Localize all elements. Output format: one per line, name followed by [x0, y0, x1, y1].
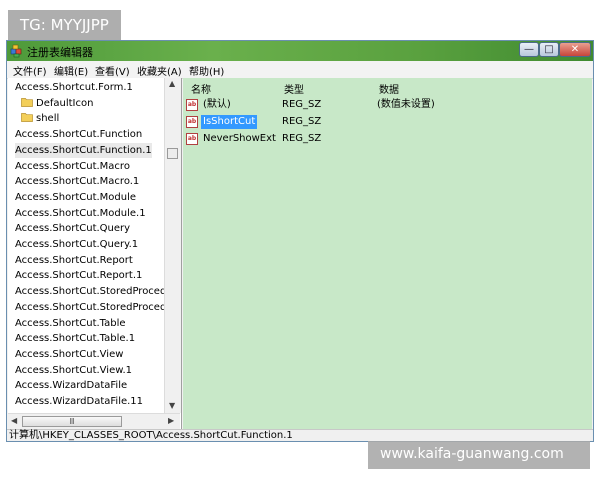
maximize-button[interactable]: □: [539, 42, 559, 57]
tree-horizontal-scroll-thumb[interactable]: Ⅲ: [22, 416, 122, 427]
tree-item-label: Access.ShortCut.Query.1: [15, 239, 139, 250]
tree-item[interactable]: Access.WizardDataFile.11: [15, 394, 143, 409]
tree-item-label: Access.ShortCut.View: [15, 348, 124, 360]
column-header-type[interactable]: 类型: [284, 81, 304, 96]
tree-item[interactable]: Access.ShortCut.StoredProcedure: [15, 284, 182, 299]
tree-item[interactable]: Access.ShortCut.Macro: [15, 159, 130, 174]
tree-item-label: Access.ShortCut.StoredProcedure: [15, 286, 182, 298]
ab-string-icon: ab: [186, 99, 198, 111]
tree-item-label: Access.ShortCut.StoredProcedure: [15, 301, 182, 313]
ab-string-icon: ab: [186, 116, 198, 128]
folder-icon: [21, 113, 33, 123]
value-type: REG_SZ: [282, 99, 322, 110]
status-bar-path: 计算机\HKEY_CLASSES_ROOT\Access.ShortCut.Fu…: [7, 429, 593, 441]
value-name: (默认): [203, 99, 231, 110]
tree-item[interactable]: Access.ShortCut.Query: [15, 221, 130, 236]
tree-item-label: Access.ShortCut.Macro.1: [15, 176, 140, 188]
value-row-selected[interactable]: ab IsShortCut REG_SZ: [185, 115, 585, 130]
tree-item-label: Access.ShortCut.Table.1: [15, 333, 136, 345]
ab-string-icon: ab: [186, 133, 198, 145]
close-button[interactable]: ✕: [559, 42, 591, 57]
tree-item-label: Access.WizardDataFile: [15, 380, 128, 392]
folder-icon: [21, 97, 33, 107]
tree-item-label: Access.ShortCut.Table: [15, 317, 126, 329]
tree-item-label: Access.ShortCut.Report.1: [15, 270, 143, 282]
values-pane[interactable]: 名称 类型 数据 ab (默认) REG_SZ (数值未设置) ab IsSho…: [183, 78, 592, 429]
tree-item[interactable]: DefaultIcon: [21, 96, 93, 111]
tree-item[interactable]: Access.ShortCut.Report.1: [15, 268, 142, 283]
tree-item-label: Access.ShortCut.Query: [15, 223, 131, 235]
menu-bar: 文件(F) 编辑(E) 查看(V) 收藏夹(A) 帮助(H): [7, 61, 593, 79]
tree-item[interactable]: Access.ShortCut.View.1: [15, 363, 132, 378]
watermark-bottom: www.kaifa-guanwang.com: [368, 441, 590, 469]
tree-item-label: DefaultIcon: [36, 97, 94, 109]
tree-horizontal-scrollbar[interactable]: ◀ Ⅲ ▶: [8, 413, 180, 429]
screenshot-frame: TG: MYYJJPP 注册表编辑器 — □ ✕ 文件(F) 编辑(E) 查看(…: [0, 0, 600, 480]
value-name: IsShortCut: [201, 115, 258, 129]
menu-edit[interactable]: 编辑(E): [54, 63, 88, 78]
tree-item-label: Access.ShortCut.Function: [15, 129, 143, 141]
tree-item-label: shell: [36, 113, 60, 125]
title-bar[interactable]: 注册表编辑器 — □ ✕: [7, 41, 593, 61]
tree-item[interactable]: shell: [21, 111, 59, 126]
tree-item-label: Access.ShortCut.View.1: [15, 364, 133, 376]
column-header-name[interactable]: 名称: [191, 81, 211, 96]
scroll-up-arrow-icon[interactable]: ▲: [169, 79, 175, 88]
tree-item-label: Access.ShortCut.Module.1: [15, 207, 146, 219]
scroll-right-arrow-icon[interactable]: ▶: [168, 416, 174, 425]
tree-item[interactable]: Access.ShortCut.Report: [15, 253, 133, 268]
scroll-down-arrow-icon[interactable]: ▼: [169, 401, 175, 410]
tree-item[interactable]: Access.ShortCut.Module: [15, 190, 136, 205]
tree-item[interactable]: Access.ShortCut.Module.1: [15, 206, 146, 221]
tree-item-label: Access.ShortCut.Module: [15, 191, 137, 203]
tree-item[interactable]: Access.ShortCut.View: [15, 347, 123, 362]
tree-item-label: Access.Shortcut.Form.1: [15, 82, 133, 93]
watermark-top: TG: MYYJJPP: [8, 10, 121, 40]
tree-item[interactable]: Access.Shortcut.Form.1: [15, 80, 133, 95]
menu-view[interactable]: 查看(V): [95, 63, 130, 78]
menu-help[interactable]: 帮助(H): [189, 63, 224, 78]
tree-item[interactable]: Access.ShortCut.Query.1: [15, 237, 138, 252]
tree-item[interactable]: Access.ShortCut.Table: [15, 316, 126, 331]
tree-item[interactable]: Access.WizardDataFile: [15, 378, 127, 393]
window-title: 注册表编辑器: [27, 46, 93, 59]
key-tree-pane[interactable]: Access.Shortcut.Form.1 DefaultIcon shell Ac…: [8, 78, 182, 429]
value-data: (数值未设置): [377, 99, 435, 110]
value-type: REG_SZ: [282, 133, 322, 144]
tree-item[interactable]: Access.ShortCut.Macro.1: [15, 174, 139, 189]
value-row[interactable]: ab (默认) REG_SZ (数值未设置): [185, 98, 585, 113]
minimize-button[interactable]: —: [519, 42, 539, 57]
scroll-left-arrow-icon[interactable]: ◀: [11, 416, 17, 425]
tree-item[interactable]: Access.ShortCut.Function: [15, 127, 142, 142]
tree-item-selected[interactable]: Access.ShortCut.Function.1: [15, 142, 152, 158]
menu-file[interactable]: 文件(F): [13, 63, 47, 78]
tree-item[interactable]: Access.ShortCut.StoredProcedure: [15, 300, 182, 315]
menu-favorites[interactable]: 收藏夹(A): [137, 63, 182, 78]
registry-editor-icon: [10, 44, 22, 58]
value-row[interactable]: ab NeverShowExt REG_SZ: [185, 132, 585, 147]
tree-item-label: Access.ShortCut.Report: [15, 254, 133, 266]
tree-item[interactable]: Access.ShortCut.Table.1: [15, 331, 135, 346]
value-type: REG_SZ: [282, 116, 322, 127]
tree-vertical-scroll-thumb[interactable]: [167, 148, 178, 159]
column-header-data[interactable]: 数据: [379, 81, 399, 96]
registry-editor-window: 注册表编辑器 — □ ✕ 文件(F) 编辑(E) 查看(V) 收藏夹(A) 帮助…: [6, 40, 594, 442]
tree-item-label: Access.ShortCut.Macro: [15, 160, 130, 172]
value-name: NeverShowExt: [203, 133, 276, 144]
tree-item-label: Access.WizardDataFile.11: [15, 396, 144, 407]
tree-vertical-scrollbar[interactable]: ▲ ▼: [164, 78, 181, 413]
tree-item-label: Access.ShortCut.Function.1: [15, 144, 152, 156]
